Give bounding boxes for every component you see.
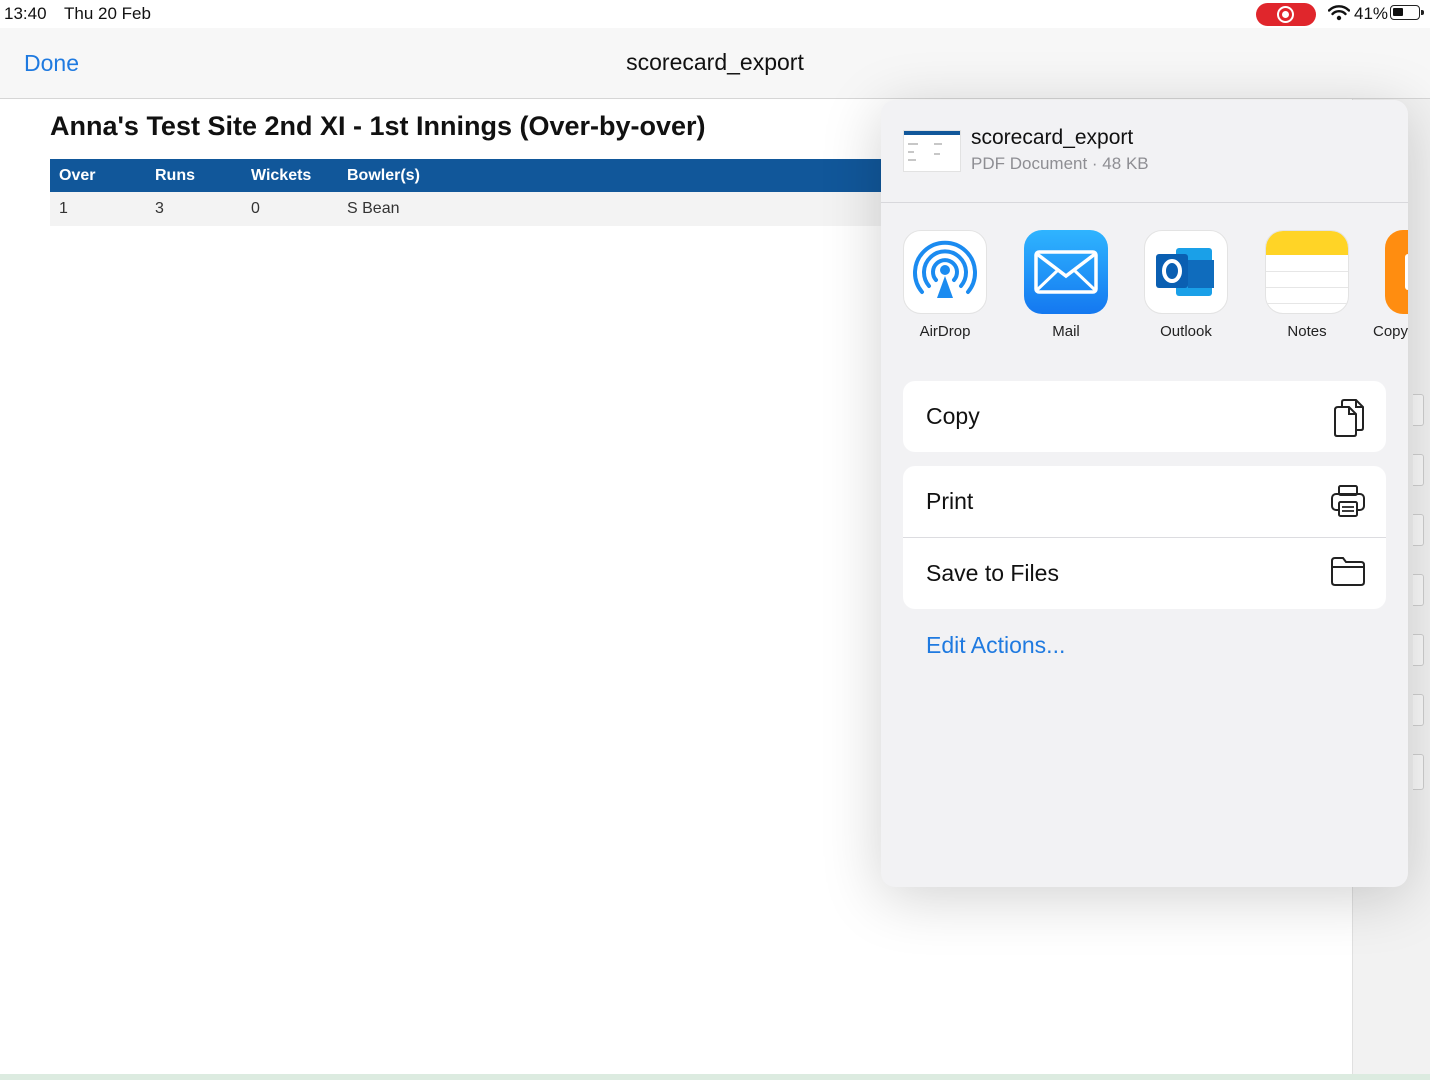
copy-app-icon — [1385, 230, 1408, 314]
cell-over: 1 — [50, 192, 146, 226]
edit-actions-link[interactable]: Edit Actions... — [926, 632, 1065, 659]
mail-icon — [1024, 230, 1108, 314]
battery-percentage: 41% — [1354, 4, 1389, 23]
action-group-copy: Copy — [903, 381, 1386, 452]
cell-bowler: S Bean — [338, 192, 881, 226]
copy-action[interactable]: Copy — [903, 381, 1386, 452]
table-row: 1 3 0 S Bean — [50, 192, 881, 226]
share-app-notes[interactable]: Notes — [1262, 230, 1352, 340]
pdf-thumbnail — [903, 130, 961, 172]
record-icon — [1277, 6, 1294, 23]
column-header-bowlers: Bowler(s) — [338, 159, 881, 192]
cell-runs: 3 — [146, 192, 242, 226]
notes-icon — [1265, 230, 1349, 314]
status-bar: 13:40 Thu 20 Feb 41% — [0, 0, 1430, 28]
app-label: Outlook — [1160, 323, 1212, 340]
navigation-bar: Done scorecard_export — [0, 28, 1430, 99]
share-app-outlook[interactable]: Outlook — [1141, 230, 1231, 340]
column-header-runs: Runs — [146, 159, 242, 192]
column-header-over: Over — [50, 159, 146, 192]
over-by-over-table: Over Runs Wickets Bowler(s) 1 3 0 S Bean — [50, 159, 881, 226]
copy-icon — [1334, 399, 1364, 437]
app-label: Notes — [1287, 323, 1327, 340]
action-label: Copy — [926, 403, 980, 429]
outlook-icon — [1144, 230, 1228, 314]
status-date: Thu 20 Feb — [64, 4, 151, 23]
share-app-airdrop[interactable]: AirDrop — [900, 230, 990, 340]
share-app-mail[interactable]: Mail — [1021, 230, 1111, 340]
airdrop-icon — [903, 230, 987, 314]
column-header-wickets: Wickets — [242, 159, 338, 192]
action-label: Save to Files — [926, 560, 1059, 586]
wifi-icon — [1328, 5, 1350, 21]
share-app-copy[interactable]: Copy — [1373, 230, 1408, 340]
app-label: AirDrop — [919, 323, 971, 340]
print-action[interactable]: Print — [903, 466, 1386, 537]
share-sheet: scorecard_export PDF Document · 48 KB Ai… — [881, 100, 1408, 887]
document-title: scorecard_export — [626, 49, 804, 75]
table-header-row: Over Runs Wickets Bowler(s) — [50, 159, 881, 192]
action-label: Print — [926, 488, 974, 514]
app-label: Copy — [1373, 323, 1408, 340]
screen-recording-indicator[interactable] — [1256, 3, 1316, 26]
printer-icon — [1331, 485, 1365, 517]
action-group-file: Print Save to Files — [903, 466, 1386, 609]
innings-title: Anna's Test Site 2nd XI - 1st Innings (O… — [50, 111, 706, 141]
status-time: 13:40 — [4, 4, 47, 23]
battery-icon — [1390, 5, 1424, 20]
file-name: scorecard_export — [971, 126, 1134, 149]
app-label: Mail — [1052, 323, 1080, 340]
file-meta: PDF Document · 48 KB — [971, 154, 1149, 173]
bottom-edge — [0, 1074, 1430, 1080]
folder-icon — [1331, 557, 1365, 586]
cell-wickets: 0 — [242, 192, 338, 226]
share-sheet-header: scorecard_export PDF Document · 48 KB — [881, 100, 1408, 203]
save-to-files-action[interactable]: Save to Files — [903, 537, 1386, 609]
